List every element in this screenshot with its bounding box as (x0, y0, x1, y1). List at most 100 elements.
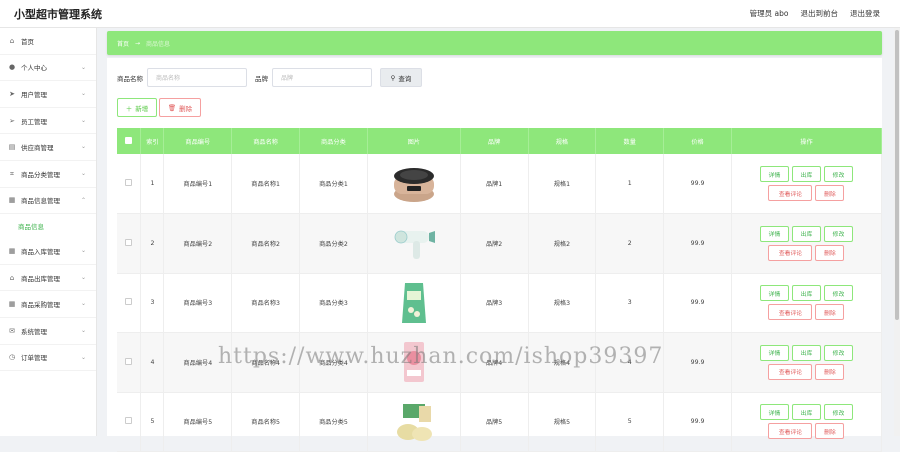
doc-icon: ▤ (8, 143, 16, 152)
edit-button[interactable]: 修改 (823, 344, 853, 361)
sidebar-item-suppliers[interactable]: ▤ 供应商管理 ⌄ (0, 134, 96, 161)
detail-button[interactable]: 详情 (759, 404, 789, 421)
row-select-cell[interactable] (117, 273, 142, 333)
row-actions: 详情 出库 修改 查看评论 删除 (746, 166, 866, 201)
store-icon: ⌂ (9, 273, 15, 282)
mail-icon: ✉ (9, 326, 15, 335)
chevron-down-icon: ⌄ (80, 353, 86, 361)
edit-button[interactable]: 修改 (823, 225, 853, 242)
column-header: 商品编号 (163, 128, 233, 154)
edit-button[interactable]: 修改 (823, 404, 853, 421)
detail-button[interactable]: 详情 (759, 225, 789, 242)
column-header: 操作 (731, 128, 883, 154)
edit-button[interactable]: 修改 (823, 166, 853, 182)
row-select-cell[interactable] (117, 154, 142, 214)
logout-link[interactable]: 退出登录 (850, 8, 880, 19)
sidebar-item-system[interactable]: ✉ 系统管理 ⌄ (0, 318, 96, 345)
operations-cell: 详情 出库 修改 查看评论 删除 (731, 154, 883, 214)
back-to-frontend-link[interactable]: 退出到前台 (801, 8, 839, 19)
batch-delete-button[interactable]: 🗑 删除 (159, 98, 201, 117)
code-cell: 商品编号2 (163, 213, 233, 274)
image-cell (367, 273, 461, 333)
table-row: 5 商品编号5 商品名称5 商品分类5 品牌5 规格5 5 99.9 详情 出库… (117, 392, 883, 452)
edit-button[interactable]: 修改 (823, 285, 853, 302)
product-image (391, 161, 437, 207)
action-row: ＋ 新增 🗑 删除 (117, 98, 201, 117)
spec-cell: 规格5 (528, 392, 597, 452)
row-select-cell[interactable] (117, 332, 142, 393)
sidebar-item-categories[interactable]: ⌗ 商品分类管理 ⌄ (0, 161, 96, 188)
add-button[interactable]: ＋ 新增 (117, 98, 157, 117)
row-actions: 详情 出库 修改 查看评论 删除 (746, 344, 866, 380)
row-actions: 详情 出库 修改 查看评论 删除 (746, 225, 866, 261)
row-checkbox[interactable] (125, 357, 133, 365)
stock-out-button[interactable]: 出库 (791, 225, 821, 242)
search-button[interactable]: ⚲ 查询 (380, 68, 422, 87)
send-icon: ➤ (9, 89, 15, 98)
detail-button[interactable]: 详情 (759, 285, 789, 302)
row-checkbox[interactable] (125, 179, 133, 186)
sidebar-item-orders[interactable]: ◷ 订单管理 ⌄ (0, 345, 96, 372)
scrollbar-thumb[interactable] (895, 30, 899, 320)
sidebar-item-staff[interactable]: ➢ 员工管理 ⌄ (0, 108, 96, 135)
view-reviews-button[interactable]: 查看评论 (768, 185, 813, 201)
stock-out-button[interactable]: 出库 (791, 166, 821, 182)
delete-button[interactable]: 删除 (815, 423, 845, 440)
row-select-cell[interactable] (117, 392, 142, 452)
product-table: 索引 商品编号 商品名称 商品分类 图片 品牌 规格 数量 价格 操作 1 商品… (117, 128, 883, 452)
sidebar-item-purchase[interactable]: ▦ 商品采购管理 ⌄ (0, 291, 96, 318)
detail-button[interactable]: 详情 (759, 344, 789, 361)
app-title: 小型超市管理系统 (14, 8, 102, 21)
sidebar-subitem-product-info[interactable]: 商品信息 (0, 214, 96, 239)
column-header: 商品分类 (299, 128, 368, 154)
index-cell: 2 (140, 213, 165, 274)
chevron-down-icon: ⌄ (80, 63, 86, 71)
table-row: 1 商品编号1 商品名称1 商品分类1 品牌1 规格1 1 99.9 详情 出库… (117, 154, 883, 214)
breadcrumb-home[interactable]: 首页 (117, 39, 129, 48)
sidebar-item-stock-out[interactable]: ⌂ 商品出库管理 ⌄ (0, 265, 96, 292)
breadcrumb: 首页 → 商品信息 (107, 31, 882, 55)
view-reviews-button[interactable]: 查看评论 (768, 423, 813, 440)
sidebar-item-profile[interactable]: ● 个人中心 ⌄ (0, 55, 96, 82)
row-checkbox[interactable] (125, 417, 133, 425)
index-cell: 5 (140, 392, 165, 452)
delete-button[interactable]: 删除 (815, 244, 845, 261)
user-icon: ● (8, 63, 16, 72)
crop-icon: ⌗ (10, 169, 14, 178)
sidebar-item-users[interactable]: ➤ 用户管理 ⌄ (0, 81, 96, 108)
row-select-cell[interactable] (117, 213, 142, 274)
quantity-cell: 1 (595, 154, 665, 214)
view-reviews-button[interactable]: 查看评论 (768, 244, 813, 261)
row-checkbox[interactable] (125, 298, 133, 306)
view-reviews-button[interactable]: 查看评论 (768, 363, 813, 380)
view-reviews-button[interactable]: 查看评论 (768, 304, 813, 321)
search-form: 商品名称 商品名称 品牌 品牌 ⚲ 查询 (117, 68, 422, 87)
add-button-label: 新增 (135, 104, 149, 113)
stock-out-button[interactable]: 出库 (791, 285, 821, 302)
row-checkbox[interactable] (125, 238, 133, 246)
stock-out-button[interactable]: 出库 (791, 404, 821, 421)
chevron-down-icon: ⌄ (80, 90, 86, 98)
delete-button[interactable]: 删除 (815, 363, 845, 380)
select-all-header[interactable] (117, 128, 142, 154)
spec-cell: 规格3 (528, 273, 597, 333)
clock-icon: ◷ (8, 353, 16, 362)
select-all-checkbox[interactable] (125, 136, 133, 144)
plus-icon: ＋ (125, 104, 133, 113)
delete-button[interactable]: 删除 (815, 185, 845, 201)
brand-cell: 品牌1 (460, 154, 529, 214)
sidebar-item-products[interactable]: ▦ 商品信息管理 ⌃ (0, 188, 96, 215)
detail-button[interactable]: 详情 (759, 166, 789, 182)
search-icon: ⚲ (390, 73, 396, 82)
delete-button[interactable]: 删除 (815, 304, 845, 321)
sidebar-item-home[interactable]: ⌂ 首页 (0, 28, 96, 55)
product-name-input[interactable]: 商品名称 (147, 68, 247, 87)
send-icon: ➢ (9, 116, 15, 125)
brand-input[interactable]: 品牌 (272, 68, 372, 87)
breadcrumb-separator: → (135, 39, 141, 47)
stock-out-button[interactable]: 出库 (791, 344, 821, 361)
sidebar-item-label: 商品采购管理 (21, 301, 60, 310)
product-image (391, 280, 437, 326)
sidebar-item-stock-in[interactable]: ▦ 商品入库管理 ⌄ (0, 238, 96, 265)
product-image (391, 220, 437, 266)
